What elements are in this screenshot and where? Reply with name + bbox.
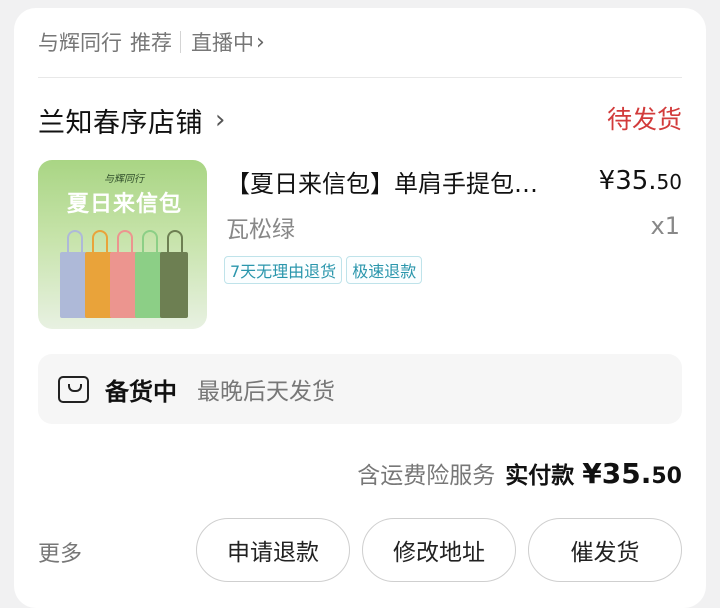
product-thumbnail[interactable]: 与辉同行 夏日来信包 [38, 160, 207, 329]
shop-link[interactable]: 兰知春序店铺 › [38, 100, 225, 140]
price-main: ¥35. [598, 166, 657, 196]
separator [180, 31, 181, 53]
apply-refund-button[interactable]: 申请退款 [196, 518, 350, 582]
amount-main: ¥35. [582, 457, 652, 490]
source-row[interactable]: 与辉同行 推荐 直播中 › [38, 26, 265, 58]
stock-status: 备货中 [105, 377, 177, 406]
thumbnail-title: 夏日来信包 [67, 192, 183, 217]
thumbnail-fineprint [70, 216, 176, 225]
divider [38, 77, 682, 78]
bag-shape [135, 230, 163, 318]
price-cents: 50 [656, 170, 682, 194]
shipping-note: 最晚后天发货 [197, 379, 335, 405]
paid-amount: ¥35.50 [582, 457, 682, 490]
chevron-right-icon: › [215, 105, 226, 135]
channel-name: 与辉同行 [38, 31, 122, 55]
thumbnail-brand: 与辉同行 [104, 174, 144, 185]
bag-shape [85, 230, 113, 318]
stock-status-bar[interactable]: 备货中 最晚后天发货 [38, 354, 682, 424]
paid-label: 实付款 [505, 463, 575, 489]
product-variant: 瓦松绿 [226, 217, 295, 243]
tag-no-reason-return: 7天无理由退货 [224, 256, 343, 284]
bag-shape [110, 230, 138, 318]
bag-shape [60, 230, 88, 318]
product-quantity: x1 [650, 212, 680, 240]
product-price: ¥35.50 [599, 166, 682, 196]
order-status: 待发货 [606, 105, 682, 134]
chevron-right-icon: › [256, 29, 265, 55]
total-row: 含运费险服务 实付款 ¥35.50 [357, 456, 682, 490]
product-title[interactable]: 【夏日来信包】单肩手提包托特包 [226, 164, 556, 199]
amount-cents: 50 [651, 464, 682, 489]
urge-shipping-button[interactable]: 催发货 [528, 518, 682, 582]
shop-name: 兰知春序店铺 [38, 107, 203, 139]
tag-fast-refund: 极速退款 [346, 256, 423, 284]
product-tags: 7天无理由退货 极速退款 [224, 256, 423, 284]
insurance-service: 含运费险服务 [357, 463, 496, 489]
bag-shape [160, 230, 188, 318]
recommend-label: 推荐 [130, 31, 172, 55]
edit-address-button[interactable]: 修改地址 [362, 518, 516, 582]
more-button[interactable]: 更多 [38, 536, 82, 568]
live-label: 直播中 [191, 31, 254, 55]
box-icon [58, 375, 89, 403]
